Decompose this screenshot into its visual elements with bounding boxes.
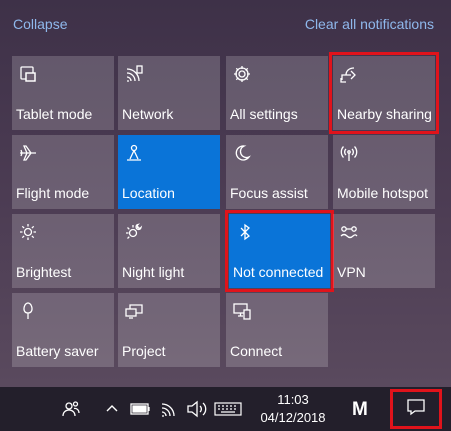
clock[interactable]: 11:03 04/12/2018 (250, 391, 336, 427)
location-icon (124, 143, 144, 163)
tile-tablet-mode[interactable]: Tablet mode (12, 56, 114, 130)
keyboard-icon[interactable] (213, 387, 243, 431)
tile-location[interactable]: Location (118, 135, 220, 209)
hotspot-icon (339, 143, 359, 163)
tile-nearby-sharing[interactable]: Nearby sharing (329, 52, 439, 134)
clear-all-notifications-link[interactable]: Clear all notifications (305, 16, 434, 32)
volume-icon[interactable] (185, 387, 209, 431)
people-icon[interactable] (58, 387, 84, 431)
tile-brightness[interactable]: Brightest (12, 214, 114, 288)
share-icon (339, 64, 359, 84)
project-icon (124, 301, 144, 321)
clock-time: 11:03 (277, 392, 309, 407)
tile-battery-saver[interactable]: Battery saver (12, 293, 114, 367)
network-icon (124, 64, 144, 84)
action-center-icon (406, 397, 426, 422)
battery-icon[interactable] (129, 387, 153, 431)
action-center-button[interactable] (390, 389, 442, 429)
tile-label: Focus assist (230, 185, 308, 201)
tile-mobile-hotspot[interactable]: Mobile hotspot (333, 135, 435, 209)
chevron-up-icon[interactable] (103, 387, 121, 431)
tile-label: All settings (230, 106, 298, 122)
wifi-icon[interactable] (159, 387, 181, 431)
tile-label: Not connected (233, 264, 324, 280)
tile-label: VPN (337, 264, 366, 280)
bluetooth-icon (235, 222, 255, 242)
tile-label: Network (122, 106, 174, 122)
tile-label: Night light (122, 264, 185, 280)
tile-label: Location (122, 185, 175, 201)
tile-all-settings[interactable]: All settings (226, 56, 328, 130)
night-light-icon (124, 222, 144, 242)
vpn-icon (339, 222, 359, 242)
tile-label: Mobile hotspot (337, 185, 429, 201)
tile-project[interactable]: Project (118, 293, 220, 367)
tile-network[interactable]: Network (118, 56, 220, 130)
m-logo-icon[interactable]: M (352, 399, 368, 421)
tile-label: Battery saver (16, 343, 99, 359)
gear-icon (232, 64, 252, 84)
tile-label: Nearby sharing (337, 106, 432, 122)
tile-bluetooth[interactable]: Not connected (225, 210, 334, 292)
tile-label: Connect (230, 343, 283, 359)
tile-label: Project (122, 343, 166, 359)
connect-icon (232, 301, 252, 321)
action-center-panel: Collapse Clear all notifications Tablet … (0, 0, 451, 387)
airplane-icon (18, 143, 38, 163)
tile-label: Flight mode (16, 185, 90, 201)
tile-vpn[interactable]: VPN (333, 214, 435, 288)
tile-focus-assist[interactable]: Focus assist (226, 135, 328, 209)
collapse-link[interactable]: Collapse (13, 16, 67, 32)
tile-label: Brightest (16, 264, 72, 280)
sun-icon (18, 222, 38, 242)
tile-night-light[interactable]: Night light (118, 214, 220, 288)
moon-icon (232, 143, 252, 163)
tile-flight-mode[interactable]: Flight mode (12, 135, 114, 209)
tablet-mode-icon (18, 64, 38, 84)
clock-date: 04/12/2018 (260, 410, 326, 425)
taskbar: 11:03 04/12/2018 M (0, 387, 451, 431)
battery-saver-icon (18, 301, 38, 321)
tile-label: Tablet mode (16, 106, 93, 122)
tile-connect[interactable]: Connect (226, 293, 328, 367)
